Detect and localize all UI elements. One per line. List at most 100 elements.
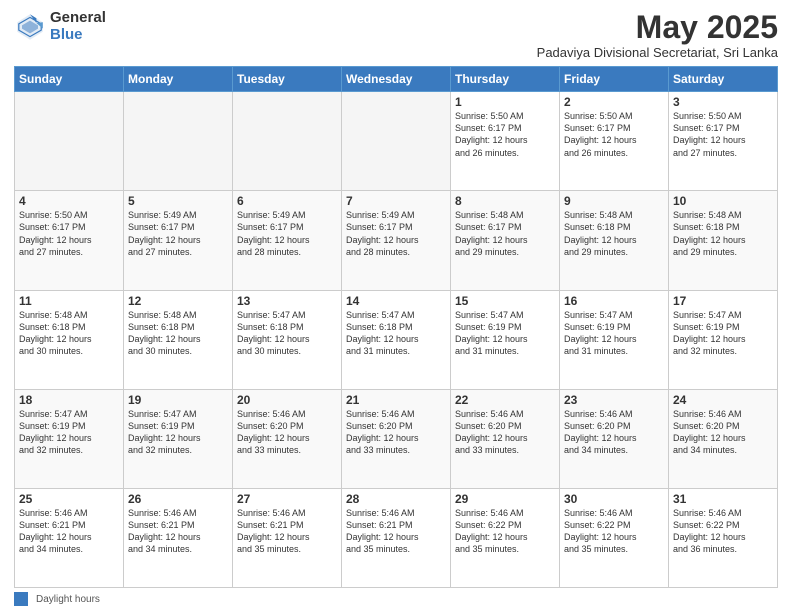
table-row: 23Sunrise: 5:46 AM Sunset: 6:20 PM Dayli… (560, 389, 669, 488)
logo-icon (14, 11, 46, 43)
header: General Blue May 2025 Padaviya Divisiona… (14, 10, 778, 60)
legend-label: Daylight hours (36, 594, 100, 605)
day-info: Sunrise: 5:46 AM Sunset: 6:22 PM Dayligh… (564, 507, 664, 556)
day-number: 10 (673, 194, 773, 208)
table-row (124, 92, 233, 191)
day-info: Sunrise: 5:46 AM Sunset: 6:20 PM Dayligh… (564, 408, 664, 457)
day-info: Sunrise: 5:49 AM Sunset: 6:17 PM Dayligh… (346, 209, 446, 258)
day-info: Sunrise: 5:46 AM Sunset: 6:20 PM Dayligh… (455, 408, 555, 457)
day-info: Sunrise: 5:49 AM Sunset: 6:17 PM Dayligh… (237, 209, 337, 258)
col-monday: Monday (124, 67, 233, 92)
logo-text: General Blue (50, 10, 106, 43)
day-info: Sunrise: 5:47 AM Sunset: 6:19 PM Dayligh… (19, 408, 119, 457)
logo-general-text: General (50, 10, 106, 27)
day-number: 30 (564, 492, 664, 506)
table-row: 14Sunrise: 5:47 AM Sunset: 6:18 PM Dayli… (342, 290, 451, 389)
day-info: Sunrise: 5:47 AM Sunset: 6:19 PM Dayligh… (128, 408, 228, 457)
table-row: 29Sunrise: 5:46 AM Sunset: 6:22 PM Dayli… (451, 488, 560, 587)
day-number: 4 (19, 194, 119, 208)
table-row: 27Sunrise: 5:46 AM Sunset: 6:21 PM Dayli… (233, 488, 342, 587)
legend-box (14, 592, 28, 606)
table-row: 10Sunrise: 5:48 AM Sunset: 6:18 PM Dayli… (669, 191, 778, 290)
page: General Blue May 2025 Padaviya Divisiona… (0, 0, 792, 612)
table-row (15, 92, 124, 191)
day-number: 24 (673, 393, 773, 407)
calendar-week-row: 4Sunrise: 5:50 AM Sunset: 6:17 PM Daylig… (15, 191, 778, 290)
day-info: Sunrise: 5:47 AM Sunset: 6:19 PM Dayligh… (455, 309, 555, 358)
day-info: Sunrise: 5:50 AM Sunset: 6:17 PM Dayligh… (564, 110, 664, 159)
day-number: 26 (128, 492, 228, 506)
day-number: 8 (455, 194, 555, 208)
day-number: 7 (346, 194, 446, 208)
calendar-week-row: 25Sunrise: 5:46 AM Sunset: 6:21 PM Dayli… (15, 488, 778, 587)
calendar-week-row: 11Sunrise: 5:48 AM Sunset: 6:18 PM Dayli… (15, 290, 778, 389)
logo: General Blue (14, 10, 106, 43)
day-number: 22 (455, 393, 555, 407)
table-row: 8Sunrise: 5:48 AM Sunset: 6:17 PM Daylig… (451, 191, 560, 290)
day-info: Sunrise: 5:46 AM Sunset: 6:20 PM Dayligh… (346, 408, 446, 457)
day-info: Sunrise: 5:48 AM Sunset: 6:18 PM Dayligh… (673, 209, 773, 258)
day-info: Sunrise: 5:47 AM Sunset: 6:18 PM Dayligh… (237, 309, 337, 358)
day-number: 17 (673, 294, 773, 308)
calendar-week-row: 1Sunrise: 5:50 AM Sunset: 6:17 PM Daylig… (15, 92, 778, 191)
table-row: 28Sunrise: 5:46 AM Sunset: 6:21 PM Dayli… (342, 488, 451, 587)
day-info: Sunrise: 5:50 AM Sunset: 6:17 PM Dayligh… (673, 110, 773, 159)
col-thursday: Thursday (451, 67, 560, 92)
month-title: May 2025 (537, 10, 778, 45)
table-row: 17Sunrise: 5:47 AM Sunset: 6:19 PM Dayli… (669, 290, 778, 389)
table-row: 6Sunrise: 5:49 AM Sunset: 6:17 PM Daylig… (233, 191, 342, 290)
col-wednesday: Wednesday (342, 67, 451, 92)
table-row: 12Sunrise: 5:48 AM Sunset: 6:18 PM Dayli… (124, 290, 233, 389)
day-number: 11 (19, 294, 119, 308)
day-number: 19 (128, 393, 228, 407)
table-row (233, 92, 342, 191)
table-row: 9Sunrise: 5:48 AM Sunset: 6:18 PM Daylig… (560, 191, 669, 290)
day-number: 18 (19, 393, 119, 407)
col-friday: Friday (560, 67, 669, 92)
day-number: 3 (673, 95, 773, 109)
table-row: 31Sunrise: 5:46 AM Sunset: 6:22 PM Dayli… (669, 488, 778, 587)
subtitle: Padaviya Divisional Secretariat, Sri Lan… (537, 45, 778, 60)
day-number: 16 (564, 294, 664, 308)
table-row: 30Sunrise: 5:46 AM Sunset: 6:22 PM Dayli… (560, 488, 669, 587)
day-number: 9 (564, 194, 664, 208)
table-row: 16Sunrise: 5:47 AM Sunset: 6:19 PM Dayli… (560, 290, 669, 389)
day-number: 5 (128, 194, 228, 208)
day-info: Sunrise: 5:49 AM Sunset: 6:17 PM Dayligh… (128, 209, 228, 258)
table-row: 13Sunrise: 5:47 AM Sunset: 6:18 PM Dayli… (233, 290, 342, 389)
logo-blue-text: Blue (50, 27, 106, 44)
day-info: Sunrise: 5:48 AM Sunset: 6:18 PM Dayligh… (128, 309, 228, 358)
day-number: 23 (564, 393, 664, 407)
day-number: 27 (237, 492, 337, 506)
day-number: 31 (673, 492, 773, 506)
table-row: 22Sunrise: 5:46 AM Sunset: 6:20 PM Dayli… (451, 389, 560, 488)
table-row: 24Sunrise: 5:46 AM Sunset: 6:20 PM Dayli… (669, 389, 778, 488)
title-block: May 2025 Padaviya Divisional Secretariat… (537, 10, 778, 60)
day-number: 14 (346, 294, 446, 308)
day-info: Sunrise: 5:46 AM Sunset: 6:21 PM Dayligh… (19, 507, 119, 556)
col-tuesday: Tuesday (233, 67, 342, 92)
table-row: 4Sunrise: 5:50 AM Sunset: 6:17 PM Daylig… (15, 191, 124, 290)
day-number: 6 (237, 194, 337, 208)
day-info: Sunrise: 5:46 AM Sunset: 6:22 PM Dayligh… (455, 507, 555, 556)
day-info: Sunrise: 5:46 AM Sunset: 6:20 PM Dayligh… (237, 408, 337, 457)
day-info: Sunrise: 5:48 AM Sunset: 6:17 PM Dayligh… (455, 209, 555, 258)
table-row: 15Sunrise: 5:47 AM Sunset: 6:19 PM Dayli… (451, 290, 560, 389)
day-info: Sunrise: 5:47 AM Sunset: 6:18 PM Dayligh… (346, 309, 446, 358)
day-info: Sunrise: 5:46 AM Sunset: 6:20 PM Dayligh… (673, 408, 773, 457)
day-info: Sunrise: 5:46 AM Sunset: 6:21 PM Dayligh… (128, 507, 228, 556)
day-info: Sunrise: 5:47 AM Sunset: 6:19 PM Dayligh… (673, 309, 773, 358)
table-row: 11Sunrise: 5:48 AM Sunset: 6:18 PM Dayli… (15, 290, 124, 389)
table-row: 2Sunrise: 5:50 AM Sunset: 6:17 PM Daylig… (560, 92, 669, 191)
day-number: 21 (346, 393, 446, 407)
footer: Daylight hours (14, 592, 778, 606)
day-number: 2 (564, 95, 664, 109)
table-row: 5Sunrise: 5:49 AM Sunset: 6:17 PM Daylig… (124, 191, 233, 290)
col-sunday: Sunday (15, 67, 124, 92)
day-number: 13 (237, 294, 337, 308)
day-info: Sunrise: 5:48 AM Sunset: 6:18 PM Dayligh… (564, 209, 664, 258)
table-row: 21Sunrise: 5:46 AM Sunset: 6:20 PM Dayli… (342, 389, 451, 488)
day-info: Sunrise: 5:48 AM Sunset: 6:18 PM Dayligh… (19, 309, 119, 358)
day-number: 20 (237, 393, 337, 407)
day-number: 29 (455, 492, 555, 506)
